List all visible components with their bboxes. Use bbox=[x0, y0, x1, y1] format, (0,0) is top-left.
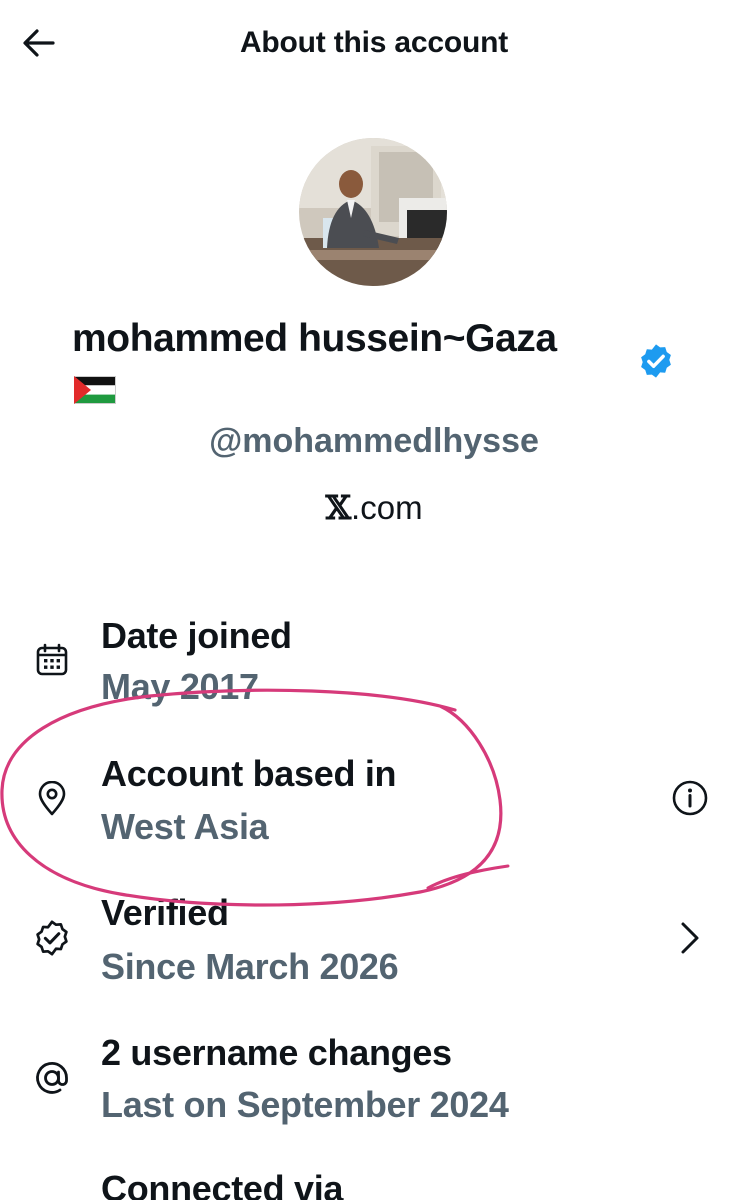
row-title: 2 username changes bbox=[101, 1032, 452, 1073]
info-row-username-changes: 2 username changes Last on September 202… bbox=[0, 1030, 748, 1130]
avatar[interactable] bbox=[299, 138, 447, 286]
row-value: May 2017 bbox=[101, 666, 259, 707]
display-name: mohammed hussein~Gaza bbox=[72, 317, 557, 360]
x-logo-glyph: 𝕏 bbox=[325, 488, 352, 527]
info-button[interactable] bbox=[668, 776, 712, 820]
page-title: About this account bbox=[239, 26, 509, 59]
verified-details-button[interactable] bbox=[668, 916, 712, 960]
info-row-verified[interactable]: Verified Since March 2026 bbox=[0, 890, 748, 990]
top-bar: About this account bbox=[0, 0, 748, 88]
palestine-flag-icon bbox=[74, 376, 116, 404]
row-title: Date joined bbox=[101, 615, 292, 656]
calendar-icon bbox=[32, 640, 72, 680]
info-row-connected-via: Connected via bbox=[0, 1168, 748, 1200]
row-title: Connected via bbox=[101, 1168, 344, 1200]
username-handle: @mohammedlhysse bbox=[209, 422, 539, 460]
row-value: Since March 2026 bbox=[101, 946, 399, 987]
verified-check-icon bbox=[32, 918, 72, 958]
row-value: Last on September 2024 bbox=[101, 1084, 509, 1125]
verified-badge-icon[interactable] bbox=[637, 342, 675, 380]
info-row-date-joined: Date joined May 2017 bbox=[0, 610, 748, 710]
at-sign-icon bbox=[32, 1058, 72, 1098]
chevron-right-icon bbox=[681, 922, 699, 954]
row-title: Verified bbox=[101, 892, 229, 933]
connected-domain: 𝕏.com bbox=[0, 488, 748, 527]
info-icon bbox=[672, 780, 708, 816]
info-row-account-based-in: Account based in West Asia bbox=[0, 748, 748, 848]
location-pin-icon bbox=[32, 779, 72, 819]
domain-suffix: .com bbox=[351, 489, 423, 526]
row-value: West Asia bbox=[101, 806, 269, 847]
row-title: Account based in bbox=[101, 753, 397, 794]
